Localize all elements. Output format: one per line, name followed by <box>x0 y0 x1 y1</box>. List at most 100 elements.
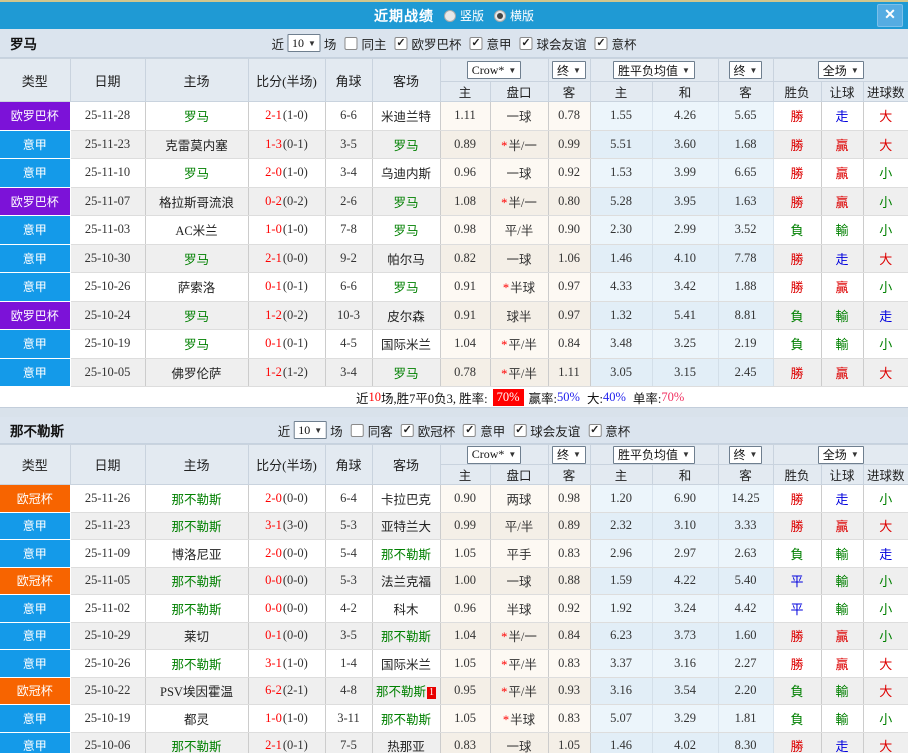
match-date: 25-10-26 <box>70 272 146 302</box>
home-team: 那不勒斯 <box>145 484 249 513</box>
match-score: 1-0(1-0) <box>248 704 326 733</box>
ah-handicap: *半/一 <box>490 187 549 216</box>
match-row: 意甲 25-10-05 佛罗伦萨 1-2(1-2) 3-4 罗马 0.78 *平/半 1.11 3… <box>0 358 908 387</box>
league-type-badge: 意甲 <box>0 244 71 273</box>
ah-handicap: 一球 <box>490 732 549 753</box>
ah-stage-select[interactable]: 终 ▼ <box>552 61 586 79</box>
corner-score: 3-4 <box>325 158 373 188</box>
radio-horizontal-label[interactable]: 横版 <box>510 7 534 24</box>
eu-stage-select[interactable]: 终 ▼ <box>728 61 763 79</box>
ah-handicap: *半/一 <box>490 130 549 159</box>
same-venue-checkbox[interactable] <box>350 423 364 437</box>
ah-home-odds: 0.83 <box>440 732 491 753</box>
ah-stage-select[interactable]: 终 ▼ <box>552 445 586 464</box>
ah-handicap: 一球 <box>490 244 549 273</box>
home-team: 莱切 <box>145 622 249 650</box>
match-date: 25-10-06 <box>70 732 146 753</box>
europe-odds-select[interactable]: 胜平负均值 ▼ <box>613 61 695 79</box>
scope-select[interactable]: 全场 ▼ <box>817 445 864 464</box>
result-handicap: 贏 <box>821 358 864 387</box>
eu-draw-odds: 3.25 <box>652 329 719 359</box>
league-filter-checkbox[interactable]: ✓ <box>513 423 527 437</box>
result-outcome: 勝 <box>773 484 822 513</box>
corner-score: 4-5 <box>325 329 373 359</box>
check-icon: ✓ <box>596 36 606 49</box>
home-team: 罗马 <box>145 101 249 131</box>
result-goals: 小 <box>863 329 908 359</box>
ah-away-odds: 0.92 <box>548 594 591 623</box>
away-team: 罗马 <box>372 272 441 302</box>
match-count-select[interactable]: 10 ▼ <box>287 34 321 52</box>
league-type-badge: 意甲 <box>0 215 71 245</box>
ah-away-odds: 0.89 <box>548 512 591 540</box>
league-type-badge: 意甲 <box>0 130 71 159</box>
result-outcome: 負 <box>773 329 822 359</box>
ah-away-odds: 0.83 <box>548 539 591 568</box>
col-eu-home: 主 <box>589 464 653 485</box>
result-handicap: 輸 <box>821 567 864 595</box>
col-ah-away: 客 <box>547 464 591 485</box>
match-row: 意甲 25-10-06 那不勒斯 2-1(0-1) 7-5 热那亚 0.83 一球 1.05 1.… <box>0 732 908 753</box>
eu-home-odds: 3.37 <box>590 649 653 678</box>
match-date: 25-11-09 <box>70 539 146 568</box>
odds-source-select[interactable]: Crow* ▼ <box>466 61 522 79</box>
scope-select[interactable]: 全场 ▼ <box>817 61 864 79</box>
away-team: 那不勒斯 <box>372 704 441 733</box>
league-filter-checkbox[interactable]: ✓ <box>519 36 533 50</box>
league-filter-checkbox[interactable]: ✓ <box>394 36 408 50</box>
win-rate-badge: 70% <box>492 388 524 406</box>
chevron-down-icon: ▼ <box>850 450 859 459</box>
same-venue-checkbox[interactable] <box>344 36 358 50</box>
eu-home-odds: 5.28 <box>590 187 653 216</box>
home-team: 那不勒斯 <box>145 567 249 595</box>
odds-source-select[interactable]: Crow* ▼ <box>466 445 522 464</box>
asterisk-marker: * <box>501 338 508 353</box>
match-count-select[interactable]: 10 ▼ <box>293 421 328 439</box>
half-time-score: (1-2) <box>282 364 308 379</box>
match-score: 2-0(0-0) <box>248 484 326 513</box>
asterisk-marker: * <box>502 712 510 727</box>
col-away: 客场 <box>371 58 441 102</box>
league-type-badge: 欧罗巴杯 <box>0 301 71 330</box>
result-outcome: 勝 <box>773 622 822 650</box>
match-score: 6-2(2-1) <box>248 677 326 705</box>
europe-odds-select[interactable]: 胜平负均值 ▼ <box>613 445 695 464</box>
result-goals: 大 <box>863 677 908 705</box>
eu-stage-select[interactable]: 终 ▼ <box>728 445 763 464</box>
result-goals: 大 <box>863 358 908 387</box>
radio-vertical-layout[interactable] <box>443 9 456 22</box>
home-team: 克雷莫内塞 <box>145 130 249 159</box>
home-team: 罗马 <box>145 329 249 359</box>
league-filter-checkbox[interactable]: ✓ <box>463 423 477 437</box>
home-team: 罗马 <box>145 244 249 273</box>
away-team: 帕尔马 <box>372 244 441 273</box>
radio-horizontal-layout[interactable] <box>494 9 506 22</box>
corner-score: 3-4 <box>325 358 373 387</box>
match-row: 意甲 25-10-29 莱切 0-1(0-0) 3-5 那不勒斯 1.04 *半/一 0.84 6… <box>0 622 908 650</box>
corner-score: 7-5 <box>325 732 373 753</box>
close-icon[interactable]: ✕ <box>877 4 903 27</box>
league-type-badge: 意甲 <box>0 539 71 568</box>
eu-home-odds: 3.05 <box>590 358 653 387</box>
ah-handicap: *平/半 <box>490 329 549 359</box>
radio-vertical-label[interactable]: 竖版 <box>460 7 484 24</box>
league-filter-label: 球会友谊 <box>530 424 581 439</box>
match-score: 2-0(0-0) <box>248 539 326 568</box>
away-team: 卡拉巴克 <box>372 484 441 513</box>
league-filter-checkbox[interactable]: ✓ <box>469 36 483 50</box>
check-icon: ✓ <box>465 423 475 436</box>
home-team: 萨索洛 <box>145 272 249 302</box>
match-score: 0-2(0-2) <box>248 187 326 216</box>
match-score: 3-1(3-0) <box>248 512 326 540</box>
chevron-down-icon: ▼ <box>850 65 859 75</box>
league-filter-checkbox[interactable]: ✓ <box>594 36 608 50</box>
result-handicap: 輸 <box>821 594 864 623</box>
ah-away-odds: 0.93 <box>548 677 591 705</box>
home-team: 都灵 <box>145 704 249 733</box>
league-filter-checkbox[interactable]: ✓ <box>588 423 602 437</box>
league-filter-checkbox[interactable]: ✓ <box>400 423 414 437</box>
team-name: 罗马 <box>10 37 37 52</box>
games-label: 场 <box>323 37 337 52</box>
ah-home-odds: 0.91 <box>440 301 491 330</box>
corner-score: 4-2 <box>325 594 373 623</box>
